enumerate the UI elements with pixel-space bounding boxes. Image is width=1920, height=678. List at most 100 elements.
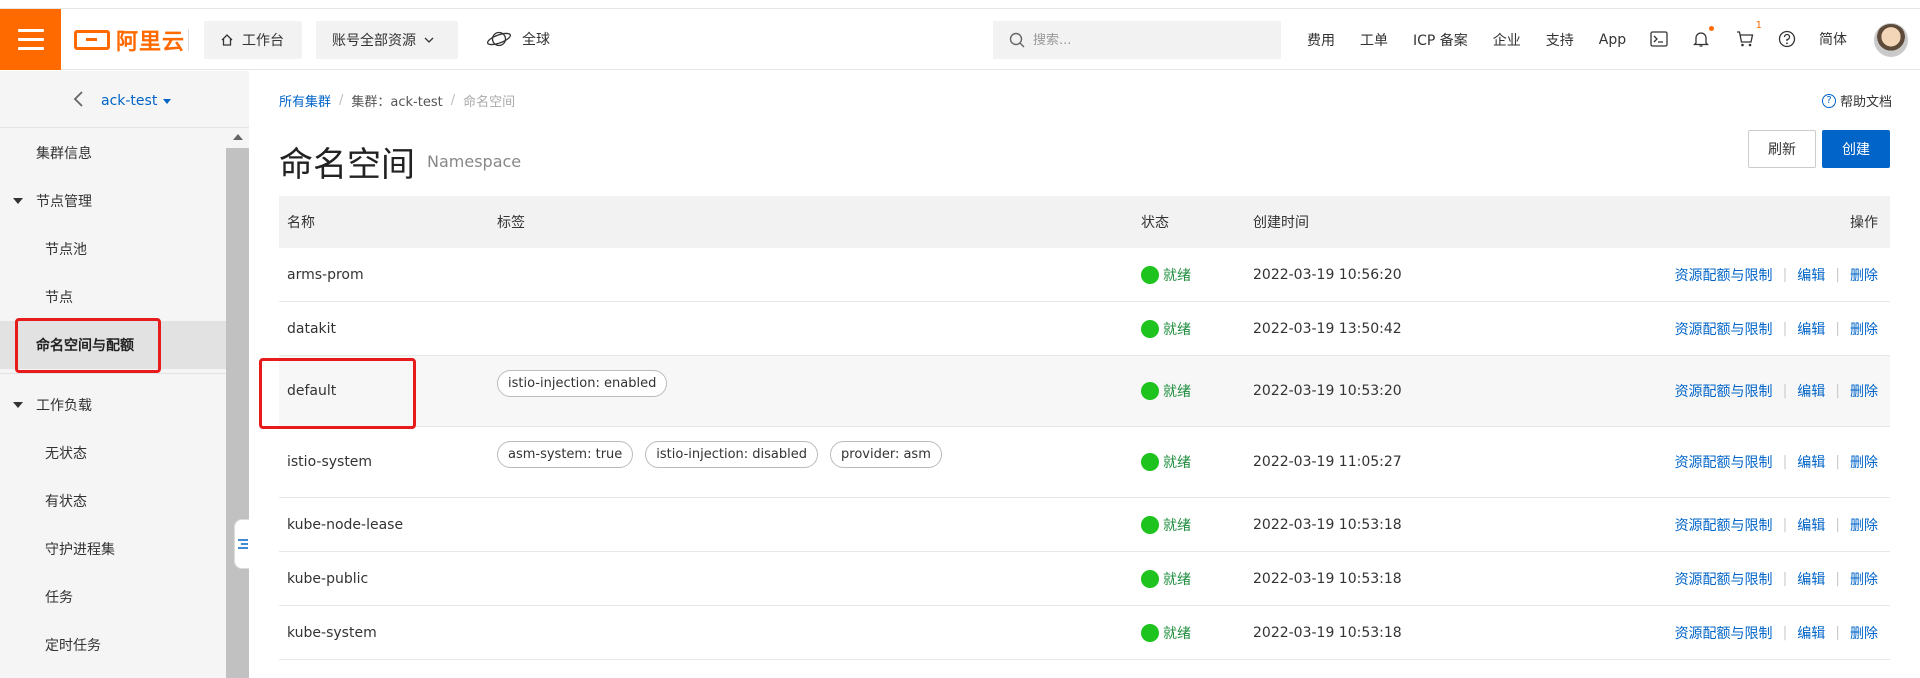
sidebar-item-cronjobs[interactable]: 定时任务 [0, 621, 226, 669]
row-actions: 资源配额与限制 | 编辑 | 删除 [1675, 381, 1878, 401]
hamburger-menu-button[interactable] [0, 9, 61, 70]
refresh-button[interactable]: 刷新 [1748, 130, 1816, 168]
quota-limits-link[interactable]: 资源配额与限制 [1675, 265, 1773, 285]
divider [188, 29, 189, 51]
menu-bar-icon [17, 47, 44, 50]
top-links: 费用 工单 ICP 备案 企业 支持 App [1307, 9, 1651, 70]
aliyun-logo-icon [74, 30, 110, 50]
delete-link[interactable]: 删除 [1850, 319, 1878, 339]
link-enterprise[interactable]: 企业 [1493, 30, 1521, 50]
table-row: kube-system 就绪 2022-03-19 10:53:18 资源配额与… [279, 606, 1890, 660]
status-ready-icon [1141, 319, 1159, 338]
link-app[interactable]: App [1599, 32, 1626, 48]
cart-button[interactable]: 1 [1734, 20, 1762, 50]
user-avatar[interactable] [1874, 23, 1908, 57]
breadcrumb-cluster: 集群：ack-test [351, 95, 443, 110]
language-switch[interactable]: 简体 [1819, 29, 1847, 49]
edit-link[interactable]: 编辑 [1797, 265, 1825, 285]
status-ready-icon [1141, 382, 1159, 400]
sidebar-item-statefulsets[interactable]: 有状态 [0, 477, 226, 525]
delete-link[interactable]: 删除 [1850, 515, 1878, 535]
breadcrumb: 所有集群 / 集群：ack-test / 命名空间 [279, 91, 515, 110]
sidebar-item-nodes[interactable]: 节点 [0, 273, 226, 321]
link-icp[interactable]: ICP 备案 [1413, 30, 1468, 50]
row-actions: 资源配额与限制 | 编辑 | 删除 [1675, 515, 1878, 535]
status-ready-icon [1141, 623, 1159, 642]
sidebar-item-label: 命名空间与配额 [36, 338, 134, 354]
link-support[interactable]: 支持 [1546, 30, 1574, 50]
delete-link[interactable]: 删除 [1850, 623, 1878, 643]
quota-limits-link[interactable]: 资源配额与限制 [1675, 319, 1773, 339]
notifications-button[interactable] [1690, 26, 1714, 50]
back-arrow-icon[interactable] [72, 89, 86, 109]
sidebar-item-label: 任务 [45, 590, 73, 606]
quota-limits-link[interactable]: 资源配额与限制 [1675, 623, 1773, 643]
quota-limits-link[interactable]: 资源配额与限制 [1675, 381, 1773, 401]
scroll-up-arrow-icon[interactable] [233, 134, 243, 140]
created-time: 2022-03-19 10:53:18 [1253, 570, 1402, 587]
edit-link[interactable]: 编辑 [1797, 515, 1825, 535]
status-text: 就绪 [1163, 321, 1191, 338]
delete-link[interactable]: 删除 [1850, 381, 1878, 401]
workbench-button[interactable]: 工作台 [204, 21, 302, 59]
sidebar-item-daemonsets[interactable]: 守护进程集 [0, 525, 226, 573]
menu-bar-icon [17, 29, 44, 32]
search-input[interactable] [1033, 32, 1273, 48]
page-subtitle: Namespace [427, 152, 522, 171]
status-badge: 就绪 [1141, 569, 1191, 589]
status-badge: 就绪 [1141, 319, 1191, 339]
namespace-table: 名称 标签 状态 创建时间 操作 arms-prom 就绪 2022-03-19… [279, 196, 1890, 660]
top-border [0, 0, 1920, 9]
row-actions: 资源配额与限制 | 编辑 | 删除 [1675, 265, 1878, 285]
action-separator: | [1835, 266, 1840, 283]
action-separator: | [1782, 266, 1788, 283]
delete-link[interactable]: 删除 [1850, 569, 1878, 589]
sidebar-item-cluster-info[interactable]: 集群信息 [0, 129, 226, 177]
account-resources-dropdown[interactable]: 账号全部资源 [316, 21, 458, 59]
search-icon [1009, 32, 1025, 48]
terminal-icon [1650, 31, 1668, 47]
sidebar-item-label: 节点池 [45, 242, 87, 258]
quota-limits-link[interactable]: 资源配额与限制 [1675, 515, 1773, 535]
sidebar-item-jobs[interactable]: 任务 [0, 573, 226, 621]
help-button[interactable] [1776, 28, 1798, 50]
edit-link[interactable]: 编辑 [1797, 623, 1825, 643]
created-time: 2022-03-19 10:53:18 [1253, 516, 1402, 533]
sidebar-item-deployments[interactable]: 无状态 [0, 429, 226, 477]
action-separator: | [1782, 570, 1788, 587]
edit-link[interactable]: 编辑 [1797, 569, 1825, 589]
namespace-tag: asm-system: true [497, 441, 634, 468]
edit-link[interactable]: 编辑 [1797, 452, 1825, 472]
bell-icon [1693, 32, 1709, 47]
action-separator: | [1835, 454, 1840, 470]
sidebar: ack-test 集群信息 节点管理 节点池 节点 命名空间与配额 工作负载 无… [0, 71, 250, 678]
sidebar-item-node-pools[interactable]: 节点池 [0, 225, 226, 273]
cloud-shell-button[interactable] [1648, 28, 1670, 50]
scrollbar-thumb[interactable] [226, 148, 249, 678]
sidebar-item-label: 定时任务 [45, 638, 101, 654]
sidebar-item-namespaces-quotas[interactable]: 命名空间与配额 [0, 321, 226, 369]
sidebar-collapse-handle[interactable] [234, 519, 250, 569]
delete-link[interactable]: 删除 [1850, 265, 1878, 285]
sidebar-scrollbar[interactable] [226, 128, 249, 678]
breadcrumb-all-clusters[interactable]: 所有集群 [279, 91, 331, 110]
link-tickets[interactable]: 工单 [1360, 30, 1388, 50]
edit-link[interactable]: 编辑 [1797, 381, 1825, 401]
sidebar-group-workloads[interactable]: 工作负载 [0, 381, 226, 429]
help-docs-link[interactable]: ? 帮助文档 [1821, 91, 1892, 110]
delete-link[interactable]: 删除 [1850, 452, 1878, 472]
edit-link[interactable]: 编辑 [1797, 319, 1825, 339]
sidebar-group-node-management[interactable]: 节点管理 [0, 177, 226, 225]
region-selector[interactable]: 全球 [486, 29, 550, 49]
cluster-selector[interactable]: ack-test [101, 93, 172, 109]
caret-down-icon [13, 402, 23, 408]
table-row: istio-system asm-system: true istio-injec… [279, 427, 1890, 498]
aliyun-logo[interactable]: 阿里云 [74, 27, 185, 55]
global-search[interactable] [993, 21, 1281, 59]
quota-limits-link[interactable]: 资源配额与限制 [1675, 569, 1773, 589]
create-button[interactable]: 创建 [1822, 130, 1890, 168]
link-fees[interactable]: 费用 [1307, 30, 1335, 50]
quota-limits-link[interactable]: 资源配额与限制 [1675, 452, 1773, 472]
status-text: 就绪 [1163, 455, 1191, 471]
table-row: arms-prom 就绪 2022-03-19 10:56:20 资源配额与限制… [279, 248, 1890, 302]
